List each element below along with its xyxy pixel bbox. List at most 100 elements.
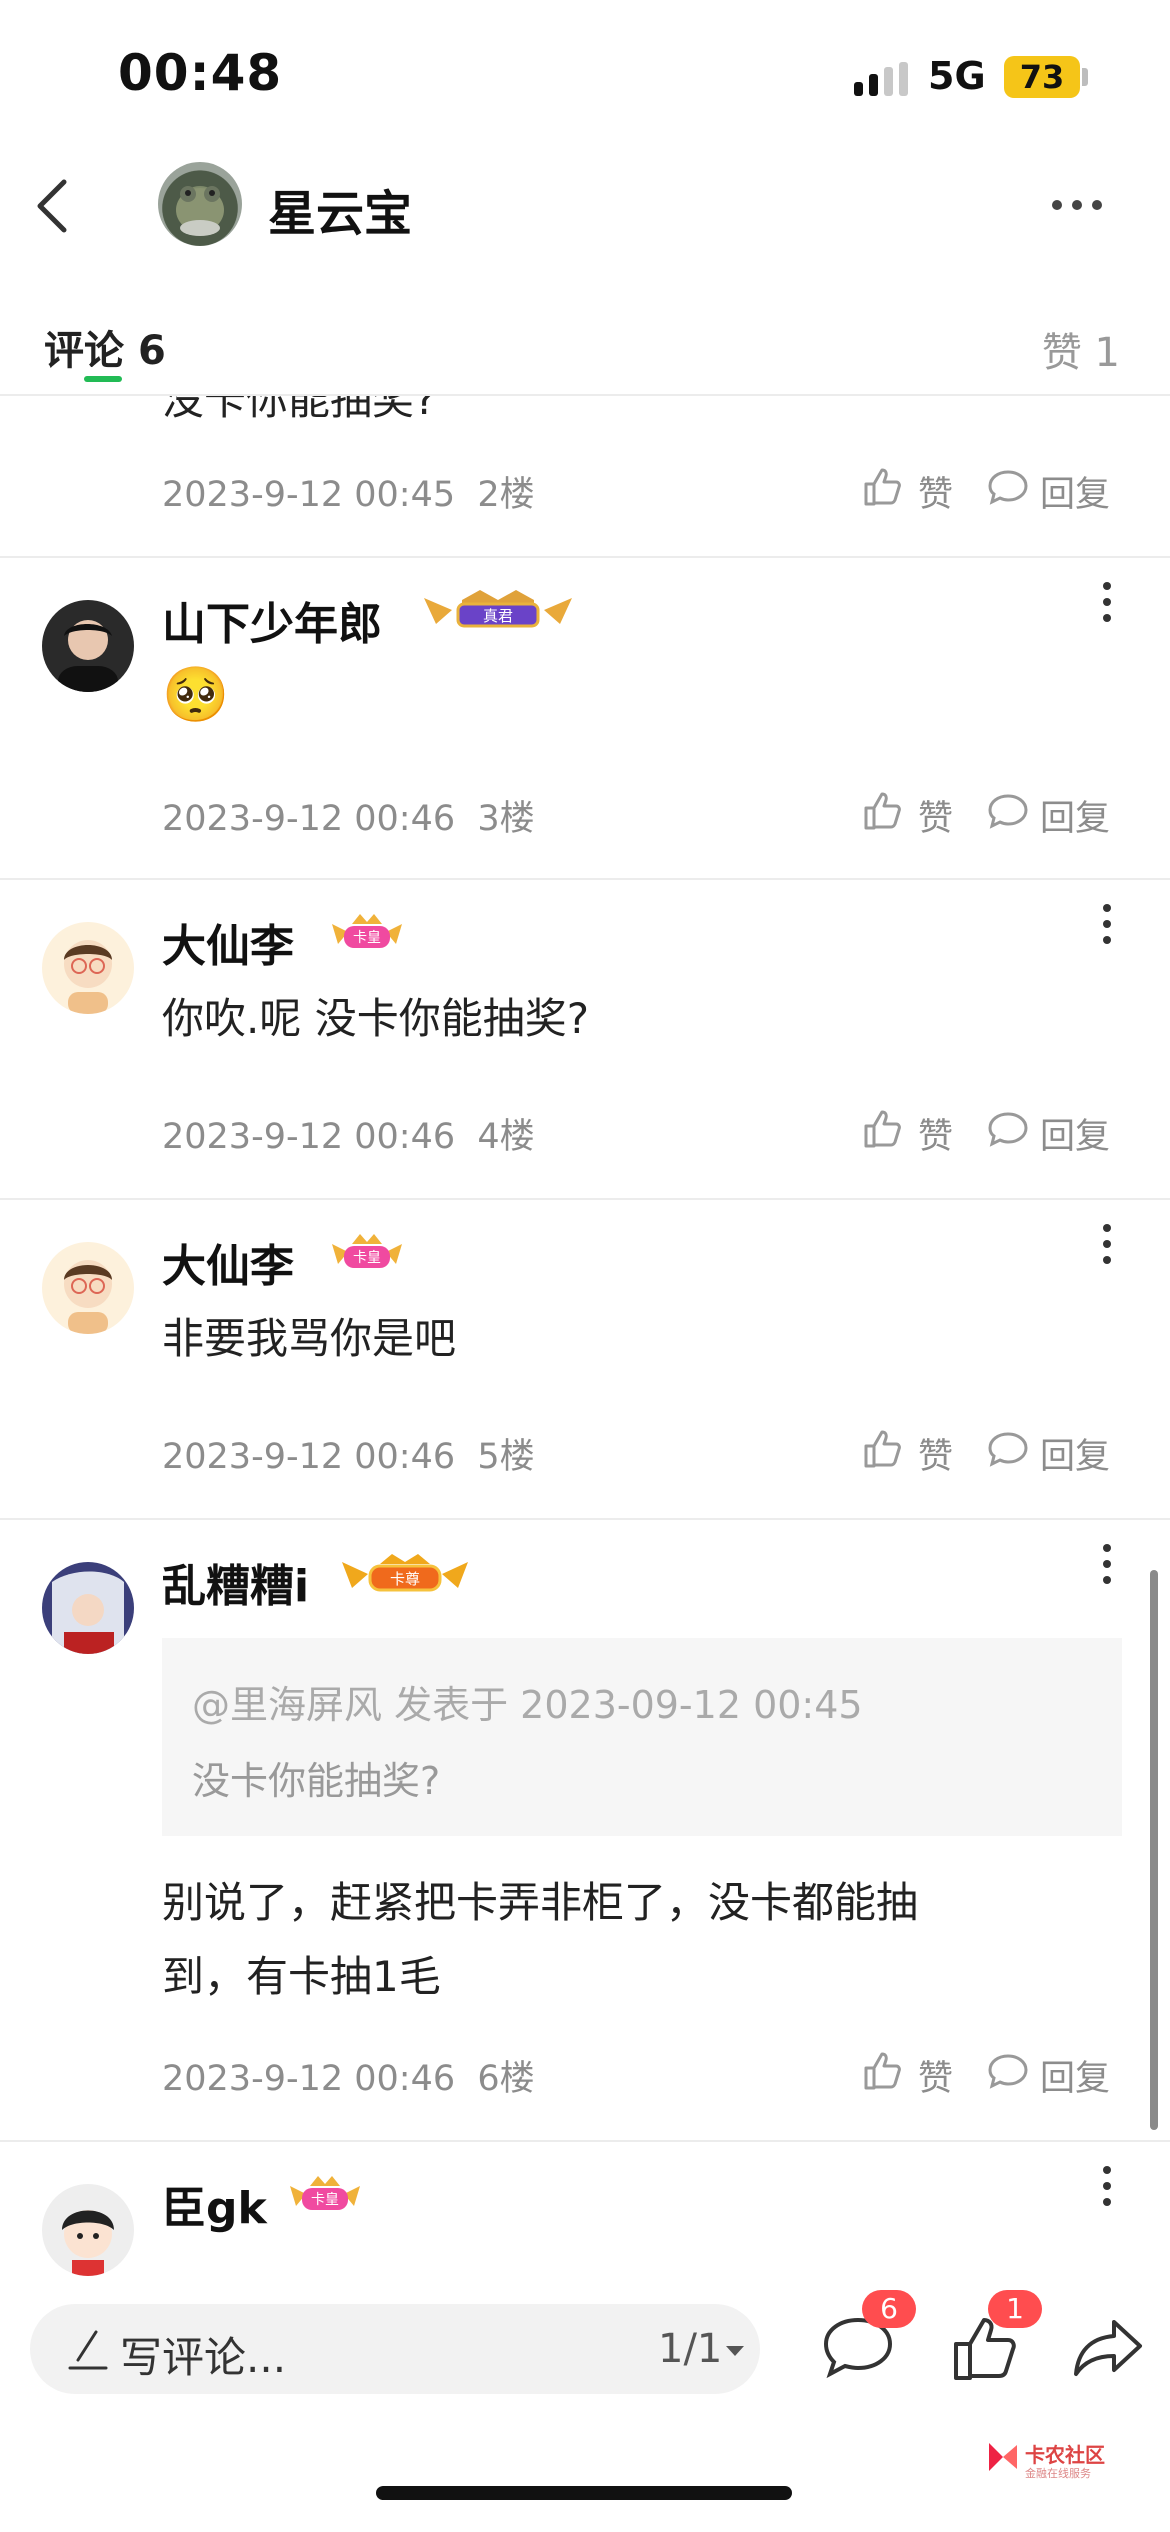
badge-text: 卡尊 xyxy=(390,1570,420,1588)
network-label: 5G xyxy=(928,54,986,98)
comment-item: 2023-9-12 00:45 2楼 赞 回复 xyxy=(0,396,1170,558)
status-bar: 00:48 5G 73 xyxy=(0,0,1170,150)
comment-meta: 2023-9-12 00:46 5楼 xyxy=(162,1428,535,1479)
comment-floor: 6楼 xyxy=(477,2059,535,2099)
reply-button[interactable]: 回复 xyxy=(1040,1428,1110,1479)
comment-author[interactable]: 山下少年郎 xyxy=(162,588,382,652)
tab-comments-count: 6 xyxy=(137,328,166,374)
like-button[interactable]: 赞 xyxy=(918,466,953,517)
comment-floor: 5楼 xyxy=(477,1437,535,1477)
reply-button[interactable]: 回复 xyxy=(1040,1108,1110,1159)
status-time: 00:48 xyxy=(118,44,283,102)
comment-date: 2023-9-12 00:46 xyxy=(162,2059,456,2099)
rank-badge-icon: 真君 xyxy=(424,590,572,628)
like-button[interactable]: 赞 xyxy=(918,1428,953,1479)
scrollbar[interactable] xyxy=(1150,1570,1158,2130)
comment-more-icon[interactable] xyxy=(1100,2164,1114,2208)
user-avatar[interactable] xyxy=(42,922,134,1014)
comment-body: 非要我骂你是吧 xyxy=(162,1314,457,1363)
comment-more-icon[interactable] xyxy=(1100,1222,1114,1266)
watermark: 卡农社区 金融在线服务 xyxy=(985,2439,1115,2487)
comment-author[interactable]: 臣gk xyxy=(162,2172,267,2236)
home-indicator[interactable] xyxy=(376,2486,792,2500)
comment-body-line-2: 到，有卡抽1毛 xyxy=(162,1952,441,2001)
reply-button[interactable]: 回复 xyxy=(1040,2050,1110,2101)
back-chevron-icon[interactable] xyxy=(30,176,74,236)
signal-icon xyxy=(854,62,908,96)
like-button[interactable]: 赞 xyxy=(918,2050,953,2101)
rank-badge-icon: 卡皇 xyxy=(290,2176,360,2210)
comment-meta: 2023-9-12 00:46 4楼 xyxy=(162,1108,535,1159)
tab-likes[interactable]: 赞 1 xyxy=(1042,320,1120,378)
cartoon-avatar-icon xyxy=(64,1260,112,1334)
battery-cap xyxy=(1082,68,1088,86)
comment-floor: 3楼 xyxy=(477,799,535,839)
comment-meta: 2023-9-12 00:45 2楼 xyxy=(162,466,535,517)
compose-placeholder: 写评论... xyxy=(120,2333,287,2382)
comment-body: 你吹.呢 没卡你能抽奖? xyxy=(162,994,589,1043)
more-options-icon[interactable] xyxy=(1050,198,1104,212)
thumbs-up-icon[interactable] xyxy=(860,788,904,832)
user-avatar[interactable] xyxy=(42,1562,134,1654)
comment-date: 2023-9-12 00:46 xyxy=(162,799,456,839)
tab-likes-label: 赞 xyxy=(1041,330,1082,376)
caret-down-icon[interactable] xyxy=(724,2344,746,2358)
badge-text: 卡皇 xyxy=(311,2192,339,2208)
poster-avatar[interactable] xyxy=(158,162,242,246)
reply-bubble-icon[interactable] xyxy=(986,1428,1030,1472)
comment-count-badge: 6 xyxy=(862,2290,916,2328)
comment-author[interactable]: 大仙李 xyxy=(162,910,294,974)
comment-item: 大仙李 卡皇 非要我骂你是吧 2023-9-12 00:46 5楼 赞 回复 xyxy=(0,1200,1170,1520)
user-photo-icon xyxy=(58,620,118,692)
reply-bubble-icon[interactable] xyxy=(986,2050,1030,2094)
badge-text: 真君 xyxy=(483,607,513,625)
reply-bubble-icon[interactable] xyxy=(986,1108,1030,1152)
comment-list[interactable]: 没卡你能抽奖? 2023-9-12 00:45 2楼 赞 回复 山下少年郎 真君… xyxy=(0,396,1170,2276)
comment-author[interactable]: 大仙李 xyxy=(162,1230,294,1294)
tab-comments[interactable]: 评论 6 xyxy=(44,318,166,376)
user-avatar[interactable] xyxy=(42,600,134,692)
comment-body-line-1: 别说了，赶紧把卡弄非柜了，没卡都能抽 xyxy=(162,1878,919,1927)
bottom-action-bar: 写评论... 1/1 6 1 卡农社区 金融在线服务 xyxy=(0,2276,1170,2532)
share-icon[interactable] xyxy=(1070,2310,1146,2386)
cartoon-avatar-icon xyxy=(64,940,112,1014)
tab-bar: 评论 6 赞 1 xyxy=(0,300,1170,396)
page-indicator[interactable]: 1/1 xyxy=(658,2326,722,2372)
user-avatar[interactable] xyxy=(42,2184,134,2276)
comment-compose-input[interactable]: 写评论... 1/1 xyxy=(30,2304,760,2394)
nav-header: 星云宝 xyxy=(0,150,1170,270)
reply-bubble-icon[interactable] xyxy=(986,466,1030,510)
watermark-logo-icon xyxy=(989,2443,1017,2471)
like-button[interactable]: 赞 xyxy=(918,790,953,841)
rank-badge-icon: 卡尊 xyxy=(342,1554,468,1592)
tab-comments-label: 评论 xyxy=(44,328,124,374)
comment-meta: 2023-9-12 00:46 6楼 xyxy=(162,2050,535,2101)
comment-more-icon[interactable] xyxy=(1100,580,1114,624)
thumbs-up-icon[interactable] xyxy=(860,1106,904,1150)
frog-avatar-icon xyxy=(176,186,224,236)
like-count-badge: 1 xyxy=(988,2290,1042,2328)
like-button[interactable]: 赞 xyxy=(918,1108,953,1159)
comment-more-icon[interactable] xyxy=(1100,902,1114,946)
reply-button[interactable]: 回复 xyxy=(1040,466,1110,517)
thumbs-up-icon[interactable] xyxy=(860,2048,904,2092)
reply-button[interactable]: 回复 xyxy=(1040,790,1110,841)
thumbs-up-icon[interactable] xyxy=(860,464,904,508)
rank-badge-icon: 卡皇 xyxy=(332,1234,402,1268)
comment-date: 2023-9-12 00:45 xyxy=(162,475,456,515)
comment-floor: 2楼 xyxy=(477,475,535,515)
battery-indicator: 73 xyxy=(1004,56,1080,98)
page-title: 星云宝 xyxy=(268,186,413,242)
user-avatar[interactable] xyxy=(42,1242,134,1334)
anime-avatar-icon xyxy=(52,1571,124,1654)
comment-author[interactable]: 乱糟糟i xyxy=(162,1550,309,1614)
comment-body: 🥺 xyxy=(162,663,230,726)
thumbs-up-icon[interactable] xyxy=(860,1426,904,1470)
comment-item: 大仙李 卡皇 你吹.呢 没卡你能抽奖? 2023-9-12 00:46 4楼 赞… xyxy=(0,880,1170,1200)
comment-item: 臣gk 卡皇 xyxy=(0,2142,1170,2276)
reply-bubble-icon[interactable] xyxy=(986,790,1030,834)
watermark-subtitle: 金融在线服务 xyxy=(1025,2467,1091,2480)
comment-more-icon[interactable] xyxy=(1100,1542,1114,1586)
quoted-comment[interactable]: @里海屏风 发表于 2023-09-12 00:45 没卡你能抽奖? xyxy=(162,1638,1122,1836)
rank-badge-icon: 卡皇 xyxy=(332,914,402,948)
